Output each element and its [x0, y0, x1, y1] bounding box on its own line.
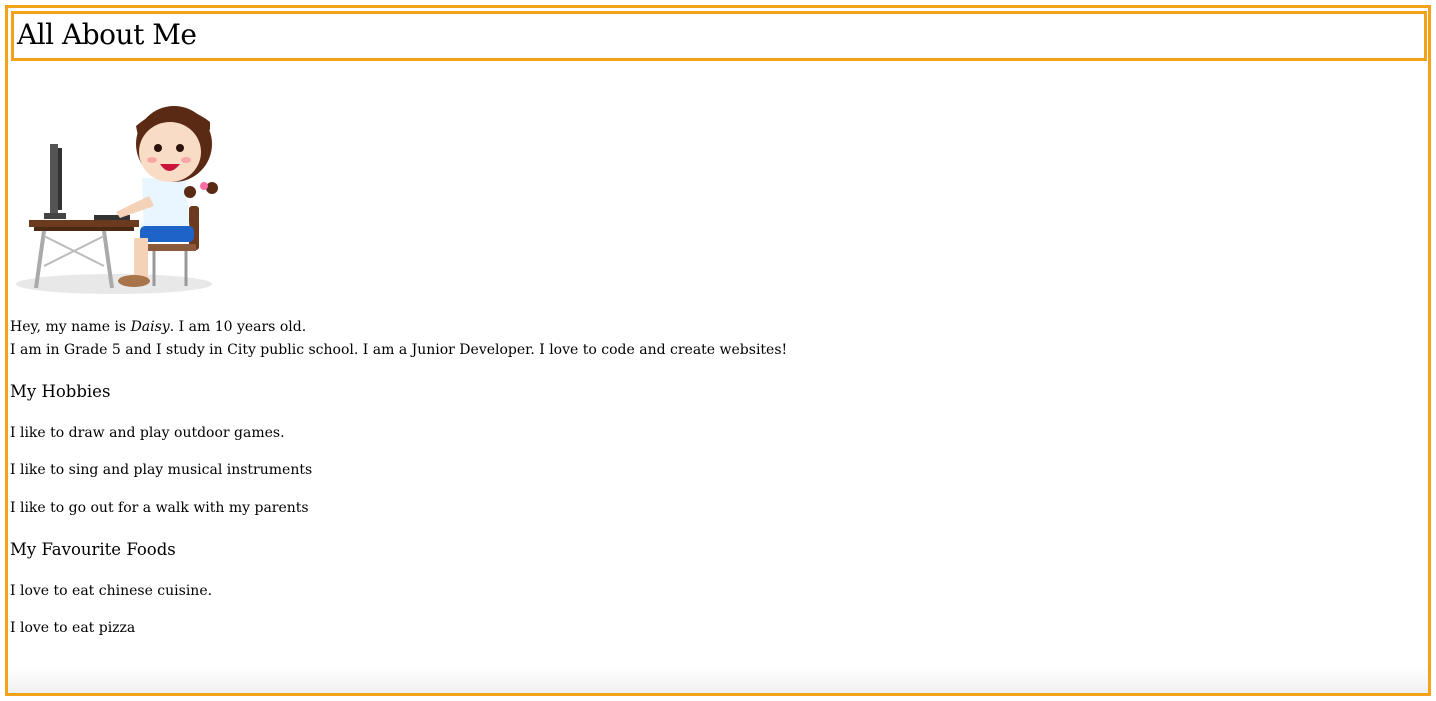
foods-heading: My Favourite Foods — [10, 540, 176, 559]
hobby-item: I like to draw and play outdoor games. — [10, 425, 285, 441]
bottom-shadow — [8, 667, 1428, 693]
name-text: Daisy — [130, 319, 170, 335]
page-frame: All About Me Hey, my name is Daisy. I am… — [5, 5, 1431, 696]
food-item: I love to eat pizza — [10, 620, 136, 636]
page-title: All About Me — [17, 18, 197, 51]
food-item: I love to eat chinese cuisine. — [10, 583, 213, 599]
girl-at-computer-illustration — [16, 106, 218, 294]
hobby-item: I like to sing and play musical instrume… — [10, 462, 313, 478]
hobby-item: I like to go out for a walk with my pare… — [10, 500, 309, 516]
hobbies-heading: My Hobbies — [10, 382, 111, 401]
intro-line-2: I am in Grade 5 and I study in City publ… — [10, 342, 788, 358]
header-box: All About Me — [11, 11, 1427, 61]
intro-line-1: Hey, my name is Daisy. I am 10 years old… — [10, 319, 307, 335]
